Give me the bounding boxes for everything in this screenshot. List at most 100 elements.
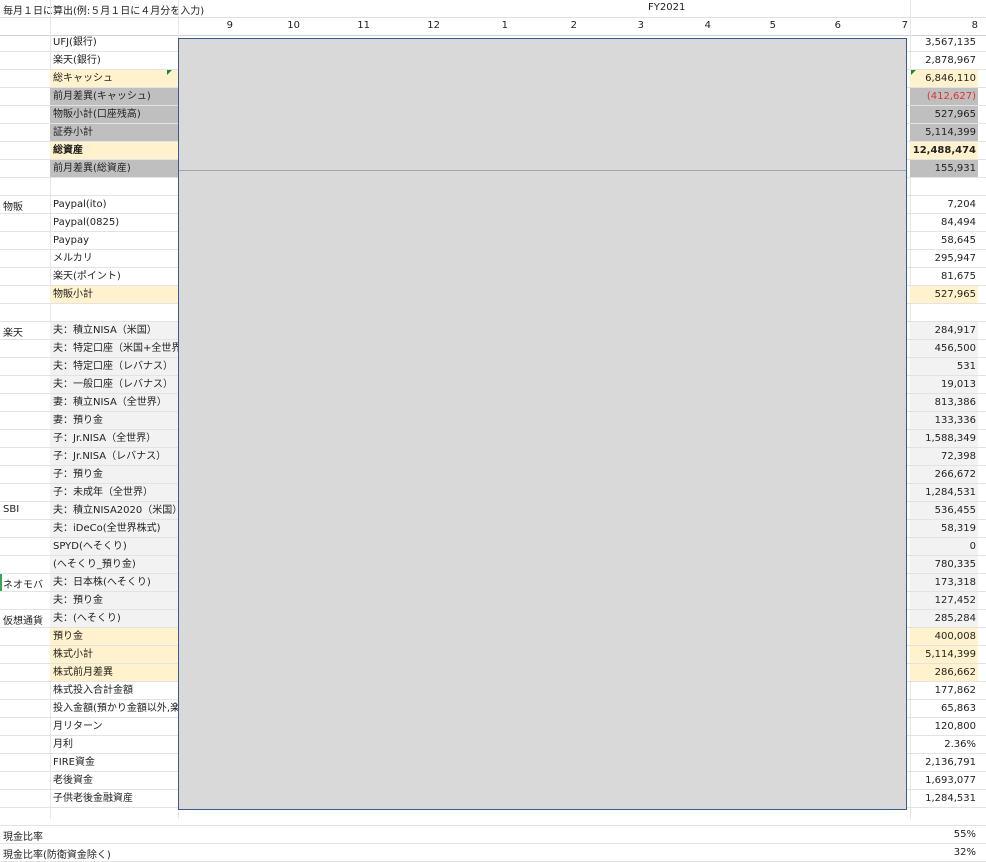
label-cell[interactable]: 夫：(へそくり) — [50, 610, 178, 627]
value-cell[interactable]: 127,452 — [910, 592, 976, 609]
value-cell[interactable]: 173,318 — [910, 574, 976, 591]
value-cell[interactable]: 5,114,399 — [910, 646, 976, 663]
value-cell[interactable] — [910, 178, 976, 195]
label-cell[interactable]: SPYD(へそくり) — [50, 538, 178, 555]
value-cell[interactable]: (412,627) — [910, 88, 976, 105]
label-cell[interactable]: 妻：預り金 — [50, 412, 178, 429]
month-header[interactable]: 10 — [260, 20, 300, 31]
value-cell[interactable]: 780,335 — [910, 556, 976, 573]
label-cell[interactable]: 総キャッシュ — [50, 70, 178, 87]
value-cell[interactable]: 1,284,531 — [910, 484, 976, 501]
month-header[interactable]: 12 — [400, 20, 440, 31]
value-cell[interactable]: 6,846,110 — [910, 70, 976, 87]
chart-overlay-panel[interactable] — [178, 38, 907, 810]
label-cell[interactable]: 総資産 — [50, 142, 178, 159]
category-cell[interactable]: 現金比率 — [3, 828, 49, 843]
label-cell[interactable]: 預り金 — [50, 628, 178, 645]
label-cell[interactable]: メルカリ — [50, 250, 178, 267]
label-cell[interactable] — [50, 178, 178, 195]
label-cell[interactable] — [50, 844, 178, 861]
label-cell[interactable]: Paypal(ito) — [50, 196, 178, 213]
label-cell[interactable]: 夫：iDeCo(全世界株式) — [50, 520, 178, 537]
label-cell[interactable]: 子：Jr.NISA（レバナス） — [50, 448, 178, 465]
category-cell[interactable]: 物販 — [3, 198, 49, 213]
month-header[interactable]: 8 — [938, 20, 978, 31]
value-cell[interactable]: 155,931 — [910, 160, 976, 177]
label-cell[interactable]: Paypay — [50, 232, 178, 249]
label-cell[interactable] — [50, 826, 178, 843]
value-cell[interactable]: 32% — [910, 844, 976, 861]
month-header[interactable]: 3 — [604, 20, 644, 31]
value-cell[interactable]: 266,672 — [910, 466, 976, 483]
value-cell[interactable]: 5,114,399 — [910, 124, 976, 141]
label-cell[interactable]: UFJ(銀行) — [50, 34, 178, 51]
month-header[interactable]: 5 — [736, 20, 776, 31]
value-cell[interactable]: 285,284 — [910, 610, 976, 627]
value-cell[interactable]: 19,013 — [910, 376, 976, 393]
label-cell[interactable]: 楽天(銀行) — [50, 52, 178, 69]
label-cell[interactable]: 物販小計(口座残高) — [50, 106, 178, 123]
label-cell[interactable]: 夫：積立NISA（米国） — [50, 322, 178, 339]
month-header[interactable]: 7 — [868, 20, 908, 31]
label-cell[interactable]: 夫：預り金 — [50, 592, 178, 609]
value-cell[interactable]: 58,319 — [910, 520, 976, 537]
label-cell[interactable]: 証券小計 — [50, 124, 178, 141]
value-cell[interactable]: 1,588,349 — [910, 430, 976, 447]
label-cell[interactable]: 投入金額(預かり金額以外,楽 — [50, 700, 178, 717]
label-cell[interactable]: 月リターン — [50, 718, 178, 735]
label-cell[interactable]: 月利 — [50, 736, 178, 753]
label-cell[interactable]: 夫：一般口座（レバナス） — [50, 376, 178, 393]
label-cell[interactable]: Paypal(0825) — [50, 214, 178, 231]
value-cell[interactable]: 0 — [910, 538, 976, 555]
value-cell[interactable]: 286,662 — [910, 664, 976, 681]
value-cell[interactable]: 72,398 — [910, 448, 976, 465]
month-header[interactable]: 9 — [193, 20, 233, 31]
value-cell[interactable]: 527,965 — [910, 106, 976, 123]
label-cell[interactable]: 物販小計 — [50, 286, 178, 303]
label-cell[interactable]: (へそくり_預り金) — [50, 556, 178, 573]
label-cell[interactable]: 子：未成年（全世界） — [50, 484, 178, 501]
value-cell[interactable]: 55% — [910, 826, 976, 843]
label-cell[interactable]: FIRE資金 — [50, 754, 178, 771]
value-cell[interactable]: 2.36% — [910, 736, 976, 753]
value-cell[interactable] — [910, 304, 976, 321]
label-cell[interactable] — [50, 808, 178, 825]
category-cell[interactable]: ネオモバ — [3, 576, 49, 591]
value-cell[interactable]: 12,488,474 — [910, 142, 976, 159]
value-cell[interactable]: 133,336 — [910, 412, 976, 429]
label-cell[interactable]: 夫：特定口座（米国+全世界 — [50, 340, 178, 357]
label-cell[interactable]: 子：Jr.NISA（全世界） — [50, 430, 178, 447]
value-cell[interactable]: 813,386 — [910, 394, 976, 411]
label-cell[interactable]: 夫：積立NISA2020（米国） — [50, 502, 178, 519]
value-cell[interactable]: 2,136,791 — [910, 754, 976, 771]
value-cell[interactable]: 2,878,967 — [910, 52, 976, 69]
value-cell[interactable]: 400,008 — [910, 628, 976, 645]
label-cell[interactable]: 子供老後金融資産 — [50, 790, 178, 807]
label-cell[interactable]: 夫：日本株(へそくり) — [50, 574, 178, 591]
value-cell[interactable]: 531 — [910, 358, 976, 375]
month-header[interactable]: 6 — [801, 20, 841, 31]
month-header[interactable]: 4 — [671, 20, 711, 31]
label-cell[interactable]: 楽天(ポイント) — [50, 268, 178, 285]
value-cell[interactable]: 527,965 — [910, 286, 976, 303]
value-cell[interactable]: 536,455 — [910, 502, 976, 519]
value-cell[interactable]: 58,645 — [910, 232, 976, 249]
category-cell[interactable]: 楽天 — [3, 324, 49, 339]
value-cell[interactable]: 120,800 — [910, 718, 976, 735]
value-cell[interactable]: 7,204 — [910, 196, 976, 213]
label-cell[interactable] — [50, 304, 178, 321]
month-header[interactable]: 11 — [330, 20, 370, 31]
label-cell[interactable]: 株式前月差異 — [50, 664, 178, 681]
value-cell[interactable]: 456,500 — [910, 340, 976, 357]
label-cell[interactable]: 子：預り金 — [50, 466, 178, 483]
value-cell[interactable]: 177,862 — [910, 682, 976, 699]
value-cell[interactable]: 1,693,077 — [910, 772, 976, 789]
value-cell[interactable]: 81,675 — [910, 268, 976, 285]
value-cell[interactable] — [910, 808, 976, 825]
label-cell[interactable]: 株式小計 — [50, 646, 178, 663]
value-cell[interactable]: 1,284,531 — [910, 790, 976, 807]
value-cell[interactable]: 284,917 — [910, 322, 976, 339]
label-cell[interactable]: 前月差異(キャッシュ) — [50, 88, 178, 105]
value-cell[interactable]: 295,947 — [910, 250, 976, 267]
label-cell[interactable]: 夫：特定口座（レバナス） — [50, 358, 178, 375]
